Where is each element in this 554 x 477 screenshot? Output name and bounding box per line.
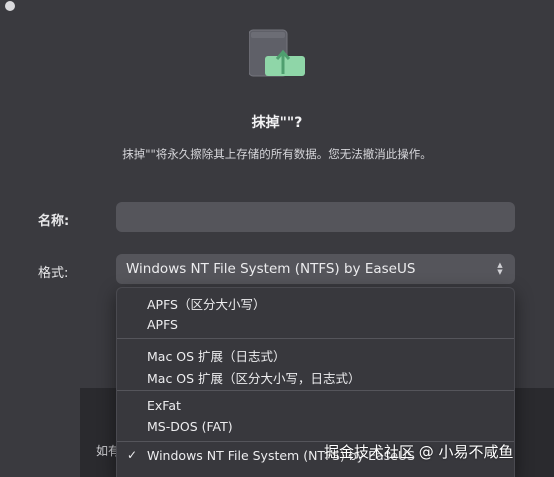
menu-item-apfs[interactable]: APFS (147, 317, 178, 332)
format-label: 格式: (38, 266, 69, 281)
menu-separator (117, 338, 514, 339)
window-control-dot[interactable] (5, 1, 15, 11)
menu-item-mac-os-extended-case-journaled[interactable]: Mac OS 扩展（区分大小写，日志式） (147, 368, 361, 387)
name-input[interactable] (116, 202, 515, 232)
dialog-title: 抹掉""? (251, 115, 303, 131)
disk-erase-icon (249, 29, 305, 77)
menu-item-exfat[interactable]: ExFat (147, 398, 181, 413)
format-select-value: Windows NT File System (NTFS) by EaseUS (126, 261, 416, 277)
menu-separator (117, 390, 514, 391)
dialog-description: 抹掉""将永久擦除其上存储的所有数据。您无法撤消此操作。 (122, 147, 432, 161)
menu-item-mac-os-extended-journaled[interactable]: Mac OS 扩展（日志式） (147, 346, 286, 365)
background-sidebar (0, 388, 80, 477)
menu-item-ms-dos-fat[interactable]: MS-DOS (FAT) (147, 419, 233, 434)
name-label: 名称: (38, 214, 70, 229)
checkmark-icon: ✓ (127, 448, 138, 462)
updown-chevron-icon: ▲ ▼ (497, 261, 503, 276)
format-select[interactable]: Windows NT File System (NTFS) by EaseUS … (116, 254, 515, 284)
menu-item-apfs-case-sensitive[interactable]: APFS（区分大小写） (147, 294, 266, 313)
watermark: 掘金技术社区 @ 小易不咸鱼 (324, 443, 514, 461)
erase-dialog: 如有 抹掉""? 抹掉""将永久擦除其上存储的所有数据。您无法撤消此操作。 名称… (0, 0, 554, 477)
